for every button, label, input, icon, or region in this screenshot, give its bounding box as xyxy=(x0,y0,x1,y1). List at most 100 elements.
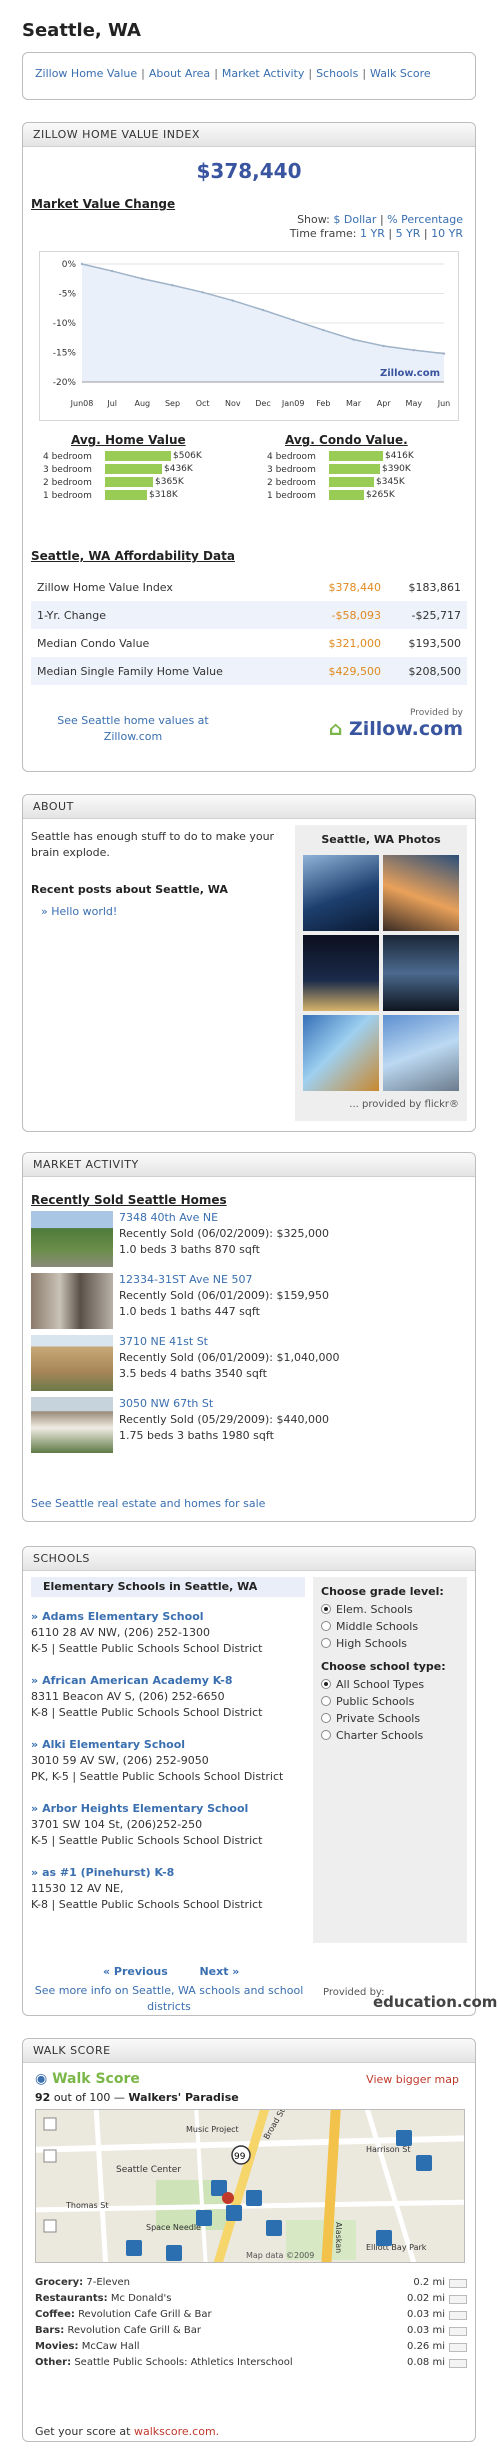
flickr-photo[interactable] xyxy=(303,935,379,1011)
map-marker-icon[interactable] xyxy=(396,2130,412,2146)
flickr-photo[interactable] xyxy=(303,1015,379,1091)
type-radio-public[interactable]: Public Schools xyxy=(321,1693,459,1710)
flickr-photo[interactable] xyxy=(383,935,459,1011)
map-marker-icon[interactable] xyxy=(196,2210,212,2226)
school-name-link[interactable]: as #1 (Pinehurst) K-8 xyxy=(42,1866,174,1879)
listing-details: 3.5 beds 4 baths 3540 sqft xyxy=(119,1367,267,1380)
education-logo[interactable]: education.com xyxy=(373,1993,497,2011)
radio-icon[interactable] xyxy=(321,1730,331,1740)
type-radio-all[interactable]: All School Types xyxy=(321,1676,459,1693)
walkscore-logo-text: Walk Score xyxy=(52,2071,140,2087)
bar-label: 2 bedroom xyxy=(267,477,316,488)
listing-address[interactable]: 12334-31ST Ave NE 507 xyxy=(119,1273,252,1286)
market-more-link[interactable]: See Seattle real estate and homes for sa… xyxy=(31,1497,265,1510)
market-chart-svg: 0% -5% -10% -15% -20% Jun08 Jul Aug Sep Oct Nov Dec… xyxy=(53,260,451,408)
listing-photo[interactable] xyxy=(31,1335,113,1391)
zillow-home-values-link[interactable]: See Seattle home values at Zillow.com xyxy=(43,713,223,745)
timeframe-5yr-link[interactable]: 5 YR xyxy=(396,227,421,240)
grade-radio-middle[interactable]: Middle Schools xyxy=(321,1618,459,1635)
amenity-nav-icon[interactable] xyxy=(449,2343,467,2352)
nav-link-zillow[interactable]: Zillow Home Value xyxy=(35,67,137,80)
listing-address[interactable]: 7348 40th Ave NE xyxy=(119,1211,218,1224)
zillow-panel: ZILLOW HOME VALUE INDEX $378,440 Market … xyxy=(22,122,476,772)
walkscore-link[interactable]: walkscore.com. xyxy=(134,2425,219,2438)
flickr-photo[interactable] xyxy=(383,1015,459,1091)
next-button[interactable]: Next » xyxy=(199,1965,239,1978)
nav-link-market[interactable]: Market Activity xyxy=(222,67,304,80)
recent-post-link[interactable]: Hello world! xyxy=(51,905,117,918)
timeframe-options: Time frame: 1 YR | 5 YR | 10 YR xyxy=(289,227,463,240)
school-name-link[interactable]: Arbor Heights Elementary School xyxy=(42,1802,248,1815)
flickr-credit[interactable]: ... provided by flickr® xyxy=(349,1099,459,1110)
type-radio-private[interactable]: Private Schools xyxy=(321,1710,459,1727)
amenity-category: Other: xyxy=(35,2357,72,2368)
amenity-nav-icon[interactable] xyxy=(449,2311,467,2320)
flickr-photo[interactable] xyxy=(383,855,459,931)
map-marker-icon[interactable] xyxy=(166,2245,182,2261)
radio-icon[interactable] xyxy=(321,1604,331,1614)
map-zoom-in-icon[interactable] xyxy=(43,2149,57,2163)
timeframe-1yr-link[interactable]: 1 YR xyxy=(360,227,385,240)
x-tick-label: Dec xyxy=(255,399,270,408)
school-name-link[interactable]: Adams Elementary School xyxy=(42,1610,203,1623)
listing-address[interactable]: 3710 NE 41st St xyxy=(119,1335,208,1348)
amenity-nav-icon[interactable] xyxy=(449,2359,467,2368)
amenity-nav-icon[interactable] xyxy=(449,2327,467,2336)
grade-radio-high[interactable]: High Schools xyxy=(321,1635,459,1652)
map-zoom-out-icon[interactable] xyxy=(43,2219,57,2233)
radio-icon[interactable] xyxy=(321,1696,331,1706)
show-percent-link[interactable]: % Percentage xyxy=(387,213,463,226)
listing-sold: Recently Sold (06/01/2009): $159,950 xyxy=(119,1289,329,1302)
type-radio-charter[interactable]: Charter Schools xyxy=(321,1727,459,1744)
zillow-logo[interactable]: ⌂ Zillow.com xyxy=(329,718,463,740)
show-dollar-link[interactable]: $ Dollar xyxy=(333,213,376,226)
school-name-link[interactable]: Alki Elementary School xyxy=(42,1738,185,1751)
table-row: 1-Yr. Change -$58,093 -$25,717 xyxy=(31,601,467,629)
bullet-icon: » xyxy=(31,1802,39,1815)
value-bar xyxy=(329,477,374,487)
walkscore-map-svg: 99 Seattle Center Space Needle Harrison … xyxy=(36,2110,464,2262)
walkscore-map[interactable]: 99 Seattle Center Space Needle Harrison … xyxy=(35,2109,465,2263)
timeframe-10yr-link[interactable]: 10 YR xyxy=(431,227,463,240)
map-marker-icon[interactable] xyxy=(376,2230,392,2246)
nav-link-about[interactable]: About Area xyxy=(149,67,210,80)
map-marker-icon[interactable] xyxy=(126,2240,142,2256)
school-name-link[interactable]: African American Academy K-8 xyxy=(42,1674,232,1687)
listing-address[interactable]: 3050 NW 67th St xyxy=(119,1397,213,1410)
nav-link-walkscore[interactable]: Walk Score xyxy=(370,67,431,80)
radio-icon[interactable] xyxy=(321,1679,331,1689)
flickr-photo[interactable] xyxy=(303,855,379,931)
bar-value: $345K xyxy=(376,477,405,487)
school-info: K-8 | Seattle Public Schools School Dist… xyxy=(31,1898,263,1911)
amenity-nav-icon[interactable] xyxy=(449,2279,467,2288)
map-pan-up-icon[interactable] xyxy=(43,2117,57,2131)
listing-photo[interactable] xyxy=(31,1397,113,1453)
map-marker-icon[interactable] xyxy=(266,2220,282,2236)
aff-value-national: $208,500 xyxy=(387,657,467,685)
nav-link-schools[interactable]: Schools xyxy=(316,67,358,80)
radio-icon[interactable] xyxy=(321,1638,331,1648)
walkscore-label: Walkers' Paradise xyxy=(128,2091,239,2104)
listing-photo[interactable] xyxy=(31,1273,113,1329)
aff-value-local: -$58,093 xyxy=(297,601,387,629)
grade-radio-elem[interactable]: Elem. Schools xyxy=(321,1601,459,1618)
map-label: Music Project xyxy=(186,2125,239,2134)
x-tick-label: Jun08 xyxy=(70,399,94,408)
amenity-nav-icon[interactable] xyxy=(449,2295,467,2304)
previous-button[interactable]: « Previous xyxy=(103,1965,168,1978)
map-marker-icon[interactable] xyxy=(246,2190,262,2206)
listing-photo[interactable] xyxy=(31,1211,113,1267)
map-marker-icon[interactable] xyxy=(226,2205,242,2221)
radio-icon[interactable] xyxy=(321,1621,331,1631)
amenity-distance: 0.03 mi xyxy=(407,2325,445,2336)
bar-row: 2 bedroom $365K xyxy=(43,477,184,488)
schools-more-link[interactable]: See more info on Seattle, WA schools and… xyxy=(31,1983,307,2015)
radio-icon[interactable] xyxy=(321,1713,331,1723)
amenity-row: Other: Seattle Public Schools: Athletics… xyxy=(35,2357,467,2373)
map-marker-icon[interactable] xyxy=(416,2155,432,2171)
view-bigger-map-link[interactable]: View bigger map xyxy=(366,2073,459,2086)
chart-point xyxy=(261,308,265,312)
walkscore-logo[interactable]: ◉ Walk Score xyxy=(35,2071,140,2087)
listing-details: 1.75 beds 3 baths 1980 sqft xyxy=(119,1429,274,1442)
aff-label: Median Condo Value xyxy=(37,636,150,650)
